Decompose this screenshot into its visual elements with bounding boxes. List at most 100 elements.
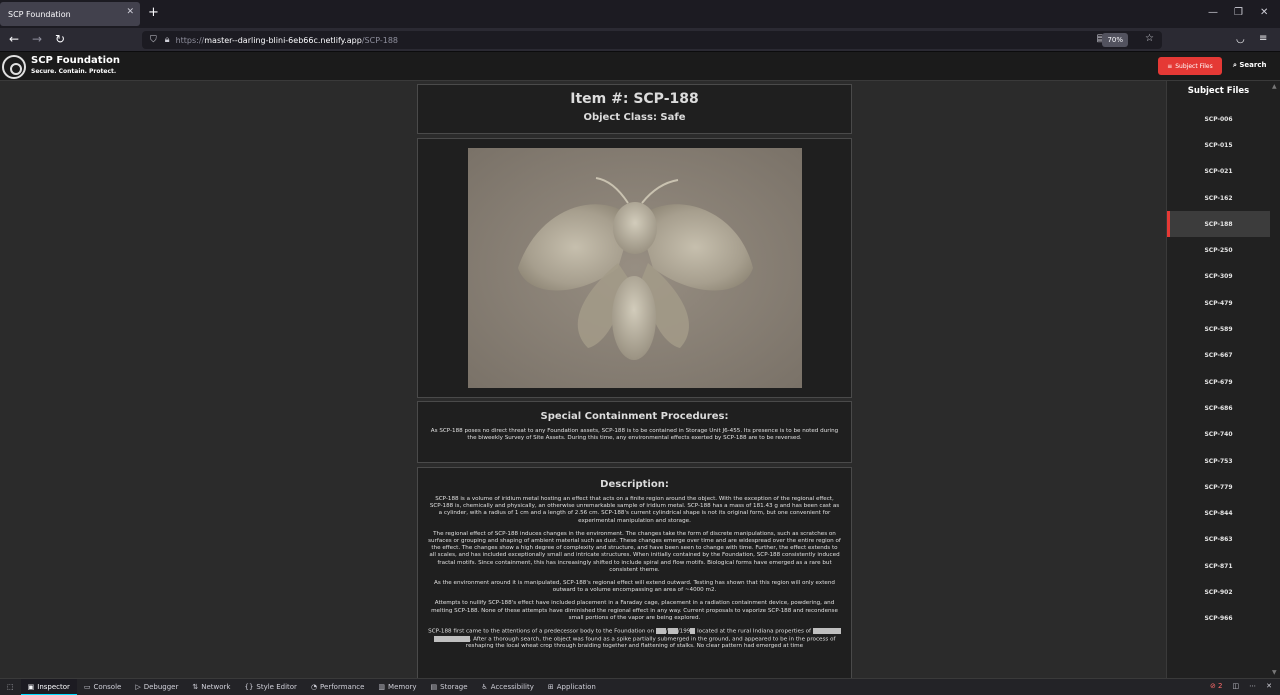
sidebar-item-scp-679[interactable]: SCP-679 [1167, 369, 1270, 395]
site-title[interactable]: SCP Foundation [31, 55, 120, 66]
description-paragraph-5: SCP-188 first came to the attentions of … [428, 628, 841, 651]
sidebar-item-scp-779[interactable]: SCP-779 [1167, 474, 1270, 500]
tab-performance[interactable]: ◔ Performance [304, 679, 371, 695]
redacted-block [433, 635, 470, 642]
window-close-icon[interactable]: ✕ [1260, 7, 1268, 18]
containment-heading: Special Containment Procedures: [540, 411, 729, 422]
redacted-block [667, 628, 678, 635]
dust-moth-image [468, 148, 802, 388]
forward-icon[interactable]: → [32, 32, 42, 46]
sidebar-item-scp-162[interactable]: SCP-162 [1167, 185, 1270, 211]
scp-logo-icon[interactable] [2, 55, 26, 79]
lock-icon[interactable]: 🔒︎ [165, 35, 170, 45]
sidebar-item-scp-902[interactable]: SCP-902 [1167, 579, 1270, 605]
description-paragraph-4: Attempts to nullify SCP-188's effect hav… [431, 600, 838, 621]
restore-icon[interactable]: ❐ [1234, 7, 1243, 18]
search-link[interactable]: ⌕ Search [1233, 61, 1266, 70]
shield-icon[interactable]: ⛉ [150, 35, 157, 45]
memory-icon: ▥ [378, 683, 386, 691]
dock-icon[interactable]: ◫ [1233, 682, 1240, 690]
url-text[interactable]: https://master--darling-blini-6eb66c.net… [176, 36, 398, 45]
debugger-icon: ▷ [135, 683, 141, 691]
menu-icon[interactable]: ≡ [1259, 33, 1267, 44]
storage-icon: ▤ [430, 683, 438, 691]
subject-files-button[interactable]: ≡ Subject Files [1158, 57, 1222, 75]
description-heading: Description: [600, 479, 669, 490]
network-icon: ⇅ [192, 683, 199, 691]
tab-title: SCP Foundation [8, 9, 71, 19]
page-scrollbar[interactable]: ▲ ▼ [1270, 81, 1280, 678]
pocket-icon[interactable]: ◡ [1236, 34, 1245, 45]
item-number: Item #: SCP-188 [570, 91, 699, 107]
subject-files-sidebar: Subject Files SCP-006 SCP-015 SCP-021 SC… [1166, 81, 1270, 678]
containment-text: As SCP-188 poses no direct threat to any… [430, 428, 839, 442]
reload-icon[interactable]: ↻ [55, 32, 65, 46]
new-tab-icon[interactable]: + [148, 5, 159, 20]
sidebar-item-scp-188[interactable]: SCP-188 [1167, 211, 1270, 238]
browser-tab[interactable]: SCP Foundation ✕ [0, 2, 140, 26]
sidebar-item-scp-863[interactable]: SCP-863 [1167, 527, 1270, 553]
close-tab-icon[interactable]: ✕ [126, 7, 134, 17]
accessibility-icon: ♿︎ [481, 683, 488, 691]
tab-storage[interactable]: ▤ Storage [424, 679, 475, 695]
sidebar-item-scp-966[interactable]: SCP-966 [1167, 606, 1270, 632]
url-bar[interactable]: ⛉ 🔒︎ https://master--darling-blini-6eb66… [142, 31, 1162, 49]
sidebar-item-scp-250[interactable]: SCP-250 [1167, 237, 1270, 263]
zoom-level[interactable]: 70% [1102, 33, 1128, 47]
item-title-card: Item #: SCP-188 Object Class: Safe [417, 84, 852, 134]
tab-memory[interactable]: ▥ Memory [371, 679, 423, 695]
redacted-block [690, 628, 696, 635]
navigation-bar: ← → ↻ ⛉ 🔒︎ https://master--darling-blini… [0, 28, 1280, 52]
sidebar-item-scp-589[interactable]: SCP-589 [1167, 316, 1270, 342]
hamburger-icon: ≡ [1167, 62, 1173, 70]
devtools-close-icon[interactable]: ✕ [1266, 682, 1272, 690]
sidebar-item-scp-740[interactable]: SCP-740 [1167, 422, 1270, 448]
element-picker-icon[interactable]: ⬚ [0, 679, 21, 695]
error-count[interactable]: ⊘ 2 [1210, 682, 1223, 690]
scroll-up-icon[interactable]: ▲ [1272, 83, 1277, 90]
inspector-icon: ▣ [27, 682, 35, 691]
redacted-block [655, 628, 666, 635]
search-icon: ⌕ [1233, 61, 1237, 69]
sidebar-item-scp-686[interactable]: SCP-686 [1167, 395, 1270, 421]
containment-card: Special Containment Procedures: As SCP-1… [417, 401, 852, 463]
tab-application[interactable]: ⊞ Application [541, 679, 603, 695]
description-card: Description: SCP-188 is a volume of irid… [417, 467, 852, 678]
back-icon[interactable]: ← [9, 32, 19, 46]
application-icon: ⊞ [547, 683, 554, 691]
item-image-card [417, 138, 852, 398]
minimize-icon[interactable]: — [1208, 7, 1218, 18]
devtools-menu-icon[interactable]: ⋯ [1249, 682, 1256, 690]
description-paragraph-2: The regional effect of SCP-188 induces c… [428, 530, 841, 573]
subject-files-label: Subject Files [1175, 62, 1213, 70]
sidebar-item-scp-021[interactable]: SCP-021 [1167, 159, 1270, 185]
sidebar-item-scp-844[interactable]: SCP-844 [1167, 500, 1270, 526]
redacted-block [812, 628, 841, 635]
scroll-down-icon[interactable]: ▼ [1272, 669, 1277, 676]
bookmark-star-icon[interactable]: ☆ [1145, 33, 1154, 44]
sidebar-item-scp-871[interactable]: SCP-871 [1167, 553, 1270, 579]
devtools-toolbar: ⬚ ▣ Inspector ▭ Console ▷ Debugger ⇅ Network… [0, 678, 1280, 695]
sidebar-item-scp-753[interactable]: SCP-753 [1167, 448, 1270, 474]
scp-188-photo [468, 148, 802, 388]
sidebar-item-scp-479[interactable]: SCP-479 [1167, 290, 1270, 316]
style-editor-icon: {} [244, 683, 254, 691]
description-paragraph-1: SCP-188 is a volume of iridium metal hos… [429, 496, 840, 524]
sidebar-item-scp-309[interactable]: SCP-309 [1167, 264, 1270, 290]
tab-console[interactable]: ▭ Console [77, 679, 128, 695]
sidebar-item-scp-667[interactable]: SCP-667 [1167, 343, 1270, 369]
object-class: Object Class: Safe [583, 112, 686, 123]
console-icon: ▭ [83, 683, 91, 691]
site-tagline: Secure. Contain. Protect. [31, 68, 117, 75]
sidebar-heading: Subject Files [1187, 86, 1250, 96]
description-paragraph-3: As the environment around it is manipula… [434, 580, 835, 594]
sidebar-item-scp-015[interactable]: SCP-015 [1167, 132, 1270, 158]
tab-debugger[interactable]: ▷ Debugger [128, 679, 185, 695]
tab-network[interactable]: ⇅ Network [185, 679, 237, 695]
tab-style-editor[interactable]: {} Style Editor [237, 679, 303, 695]
browser-tab-bar: SCP Foundation ✕ + — ❐ ✕ [0, 0, 1280, 28]
sidebar-item-scp-006[interactable]: SCP-006 [1167, 106, 1270, 132]
tab-inspector[interactable]: ▣ Inspector [20, 679, 77, 695]
search-label: Search [1239, 61, 1267, 69]
tab-accessibility[interactable]: ♿︎ Accessibility [475, 679, 541, 695]
